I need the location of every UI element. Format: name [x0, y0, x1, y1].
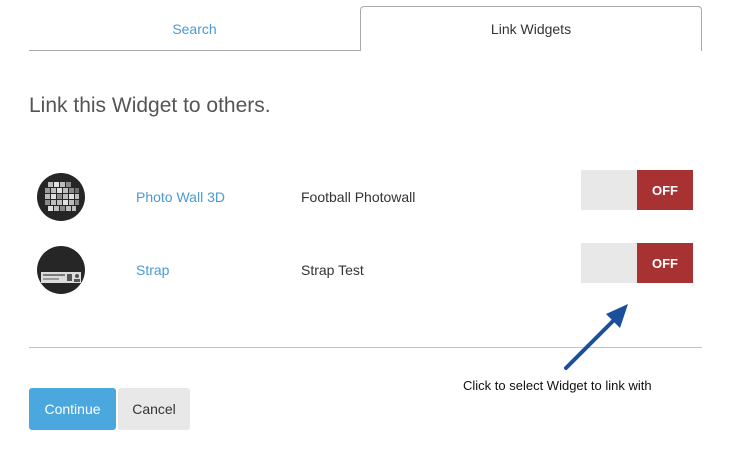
tab-link-widgets[interactable]: Link Widgets: [360, 6, 702, 51]
continue-button[interactable]: Continue: [29, 388, 116, 430]
tab-search[interactable]: Search: [29, 6, 360, 51]
widget-name-link[interactable]: Photo Wall 3D: [136, 189, 225, 205]
photo-wall-grid-icon: [37, 173, 85, 221]
page-heading: Link this Widget to others.: [29, 94, 271, 117]
widget-description: Football Photowall: [301, 189, 416, 205]
link-toggle-strap[interactable]: OFF: [581, 243, 693, 283]
toggle-state-label: OFF: [637, 243, 693, 283]
annotation-arrow-icon: [564, 304, 628, 370]
toggle-track: [581, 170, 637, 210]
widget-name-link[interactable]: Strap: [136, 262, 169, 278]
toggle-state-label: OFF: [637, 170, 693, 210]
link-toggle-photo-wall[interactable]: OFF: [581, 170, 693, 210]
cancel-button[interactable]: Cancel: [118, 388, 190, 430]
widget-row-strap: Strap Strap Test OFF: [29, 240, 702, 300]
strap-banner-icon: [37, 246, 85, 294]
widget-row-photo-wall: Photo Wall 3D Football Photowall OFF: [29, 167, 702, 227]
annotation-text: Click to select Widget to link with: [463, 378, 652, 393]
toggle-track: [581, 243, 637, 283]
widget-description: Strap Test: [301, 262, 364, 278]
